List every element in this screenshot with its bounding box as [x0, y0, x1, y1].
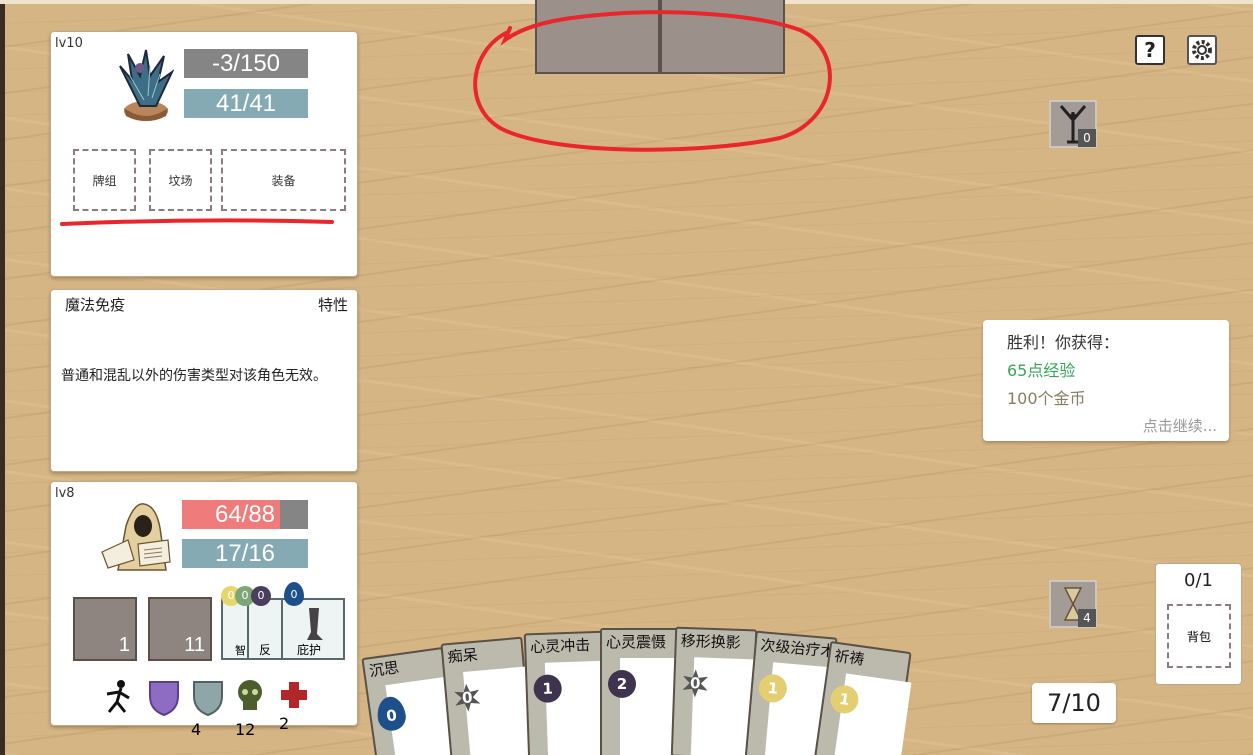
board-left-border — [0, 0, 5, 755]
trait-panel: 魔法免疫 特性 普通和混乱以外的伤害类型对该角色无效。 — [50, 289, 358, 472]
running-stickman-icon — [101, 678, 133, 716]
mini-card-2-label: 反 — [259, 643, 272, 657]
hand-card[interactable]: 心灵冲击 1 — [523, 630, 615, 755]
victory-continue-link[interactable]: 点击继续... — [1143, 415, 1217, 436]
trait-tag: 特性 — [317, 296, 348, 314]
armor-leg-icon — [307, 608, 323, 640]
hand-card-name: 祈祷 — [833, 646, 866, 669]
mini-card-3[interactable]: 庇护 — [281, 598, 345, 660]
trait-description: 普通和混乱以外的伤害类型对该角色无效。 — [61, 368, 327, 384]
mini-card-1-label: 智 — [235, 644, 246, 657]
hand-card-name: 痴呆 — [446, 645, 479, 667]
victory-exp: 65点经验 — [1007, 361, 1076, 380]
player-graveyard-count: 11 — [184, 634, 205, 656]
hand-card-name: 移形换影 — [680, 631, 742, 652]
green-skull-icon: 12 — [235, 678, 265, 739]
hand-card[interactable]: 祈祷 1 — [812, 640, 912, 755]
player-deck-count: 1 — [118, 634, 130, 656]
red-annotation-circle — [473, 10, 832, 152]
backpack-panel[interactable]: 0/1 背包 — [1155, 563, 1242, 685]
purple-shield-icon — [147, 678, 181, 717]
enemy-deck-slot[interactable]: 牌组 — [73, 149, 136, 211]
trait-name: 魔法免疫 — [65, 296, 126, 314]
backpack-count: 0/1 — [1184, 570, 1213, 591]
enemy-intent-count: 0 — [1078, 129, 1096, 147]
victory-panel[interactable]: 胜利！你获得： 65点经验 100个金币 点击继续... — [983, 320, 1229, 441]
enemy-intent-icon[interactable]: 0 — [1049, 100, 1097, 148]
hand-card[interactable]: 痴呆 0 — [440, 636, 538, 755]
hand-card[interactable]: 心灵震慑 2 — [600, 628, 686, 755]
hand-card-name: 心灵冲击 — [529, 636, 591, 657]
victory-title: 胜利！你获得： — [1007, 333, 1120, 352]
mini-cost-water-icon: 0 — [284, 582, 304, 606]
hand-card[interactable]: 移形换影 0 — [670, 626, 761, 755]
hand-card-name: 沉思 — [367, 658, 401, 681]
red-cross-icon: 2 — [279, 680, 309, 733]
hand-card-name: 次级治疗术 — [759, 636, 836, 661]
turn-counter: 7/10 — [1032, 683, 1116, 723]
enemy-energy-bar: 41/41 — [184, 89, 308, 118]
card-cost-moon-icon: 2 — [608, 670, 636, 698]
hand-card-name: 心灵震慑 — [606, 633, 667, 651]
player-energy-bar: 17/16 — [182, 539, 308, 568]
hooded-scholar-portrait-icon — [98, 496, 172, 572]
player-hourglass-count: 4 — [1078, 609, 1096, 627]
enemy-hp-bar: -3/150 — [184, 49, 308, 78]
red-annotation-underline — [60, 218, 334, 226]
mandrake-plant-portrait-icon — [100, 46, 175, 122]
player-deck-stack[interactable]: 1 — [73, 597, 137, 661]
gray-shield-count: 4 — [191, 720, 202, 739]
backpack-slot[interactable]: 背包 — [1167, 604, 1231, 668]
gray-shield-icon: 4 — [191, 678, 225, 739]
player-equipment-area[interactable]: 智 反 庇护 0 0 0 0 — [221, 582, 347, 660]
green-skull-count: 12 — [235, 720, 256, 739]
player-panel: lv8 64/88 17/16 1 11 智 反 庇护 0 0 0 0 4 12… — [50, 481, 358, 739]
mini-cost-moon-icon: 0 — [251, 586, 271, 606]
enemy-equipment-slot[interactable]: 装备 — [221, 149, 346, 211]
enemy-level: lv10 — [55, 36, 83, 51]
help-button[interactable]: ? — [1135, 35, 1165, 65]
player-hourglass-icon[interactable]: 4 — [1049, 580, 1097, 628]
enemy-panel: lv10 -3/150 41/41 牌组 坟场 装备 — [50, 31, 358, 277]
player-graveyard-stack[interactable]: 11 — [148, 597, 212, 661]
victory-gold: 100个金币 — [1007, 389, 1086, 408]
settings-gear-icon[interactable] — [1187, 35, 1217, 65]
player-level: lv8 — [55, 486, 75, 501]
enemy-graveyard-slot[interactable]: 坟场 — [149, 149, 212, 211]
player-hp-text: 64/88 — [214, 501, 276, 528]
red-cross-count: 2 — [279, 714, 290, 733]
mini-card-3-label: 庇护 — [297, 643, 322, 657]
